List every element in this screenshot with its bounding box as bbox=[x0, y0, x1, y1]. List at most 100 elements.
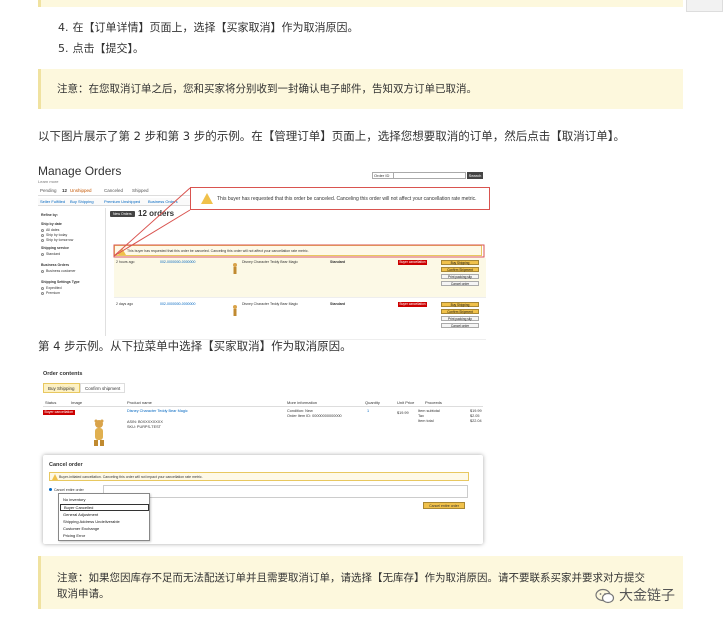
shipping-service: Standard bbox=[330, 260, 346, 264]
table-row[interactable]: 2 days ago 002-0000000-0000000 Disney Ch… bbox=[114, 300, 486, 340]
cancel-reason-dropdown[interactable]: No inventory Buyer Cancelled General Adj… bbox=[58, 493, 150, 541]
subtab-seller-fulfilled[interactable]: Seller Fulfilled bbox=[40, 199, 65, 204]
dropdown-option[interactable]: Customer Exchange bbox=[63, 526, 99, 531]
manage-orders-screenshot: Manage Orders Learn more Order ID Search… bbox=[38, 160, 490, 340]
buy-shipping-button[interactable]: Buy Shipping bbox=[441, 260, 479, 265]
column-header: Product name bbox=[127, 400, 152, 405]
teddy-bear-icon bbox=[233, 305, 237, 316]
product-name: Disney Character Teddy Bear Magic bbox=[242, 260, 298, 264]
filter-sidebar: Refine by: Ship by date All dates Ship b… bbox=[38, 208, 106, 336]
warning-text: This buyer has requested that this order… bbox=[127, 248, 309, 253]
column-header: Unit Price bbox=[397, 400, 415, 405]
watermark: 大金链子 bbox=[595, 585, 675, 605]
tab-shipped[interactable]: Shipped bbox=[132, 188, 149, 193]
column-header: Proceeds bbox=[425, 400, 442, 405]
tab-canceled[interactable]: Canceled bbox=[104, 188, 123, 193]
radio-icon[interactable] bbox=[41, 228, 44, 232]
step-number: 4. bbox=[58, 21, 69, 34]
filter-label: Business customer bbox=[46, 269, 76, 273]
note-text-line1: 如果您因库存不足而无法配送订单并且需要取消订单，请选择【无库存】作为取消原因。请… bbox=[88, 572, 646, 584]
tab-pending[interactable]: Pending bbox=[40, 188, 57, 193]
cancel-entire-order-option[interactable]: Cancel entire order bbox=[49, 488, 84, 492]
learn-more-link[interactable]: Learn more bbox=[38, 179, 58, 184]
product-link[interactable]: Disney Character Teddy Bear Magic bbox=[127, 409, 188, 414]
buyer-cancel-warning: This buyer has requested that this order… bbox=[114, 245, 482, 256]
callout-text: This buyer has requested that this order… bbox=[217, 196, 477, 202]
sidebar-heading: Shipping service bbox=[41, 246, 70, 250]
order-item-id: Order Item ID: 00000000000000 bbox=[287, 414, 342, 418]
radio-icon[interactable] bbox=[41, 286, 44, 290]
sidebar-filter-item[interactable]: Business customer bbox=[41, 269, 76, 273]
confirm-shipment-button[interactable]: Confirm Shipment bbox=[441, 309, 479, 314]
print-packing-slip-button[interactable]: Print packing slip bbox=[441, 274, 479, 279]
column-header: Quantity bbox=[365, 400, 380, 405]
confirm-shipment-button[interactable]: Confirm Shipment bbox=[441, 267, 479, 272]
modal-title: Cancel order bbox=[49, 462, 83, 468]
orders-count: 12 orders bbox=[138, 209, 175, 218]
print-packing-slip-button[interactable]: Print packing slip bbox=[441, 316, 479, 321]
reason-textbox[interactable] bbox=[103, 485, 468, 498]
modal-warning-text: Buyer-initiated cancellation. Canceling … bbox=[59, 475, 203, 479]
tab-unshipped[interactable]: Unshipped bbox=[70, 188, 92, 193]
step-number: 5. bbox=[58, 42, 69, 55]
filter-label: Standard bbox=[46, 252, 61, 256]
column-header: Status bbox=[45, 400, 57, 405]
teddy-bear-icon bbox=[94, 419, 104, 446]
watermark-text: 大金链子 bbox=[619, 588, 675, 604]
order-id-link[interactable]: 002-0000000-0000000 bbox=[160, 260, 195, 265]
radio-icon[interactable] bbox=[41, 238, 44, 242]
subtab-premium[interactable]: Premium Unshipped bbox=[104, 199, 140, 204]
section-title: Order contents bbox=[43, 371, 83, 377]
orders-main: New Orders 12 orders This buyer has requ… bbox=[110, 208, 490, 340]
buy-shipping-button[interactable]: Buy Shipping bbox=[441, 302, 479, 307]
radio-selected-icon[interactable] bbox=[49, 488, 52, 491]
sidebar-filter-item[interactable]: Premium bbox=[41, 291, 60, 295]
subtab-buy-shipping[interactable]: Buy Shipping bbox=[70, 199, 94, 204]
step-5: 5. 点击【提交】。 bbox=[58, 40, 144, 56]
search-button[interactable]: Search bbox=[467, 172, 483, 179]
dropdown-option[interactable]: Pricing Error bbox=[63, 533, 85, 538]
note-box-2: 注意：如果您因库存不足而无法配送订单并且需要取消订单，请选择【无库存】作为取消原… bbox=[38, 556, 683, 609]
radio-icon[interactable] bbox=[41, 269, 44, 273]
step-4: 4. 在【订单详情】页面上，选择【买家取消】作为取消原因。 bbox=[58, 19, 359, 35]
cancel-order-button[interactable]: Cancel order bbox=[441, 323, 479, 328]
step-text: 在【订单详情】页面上，选择【买家取消】作为取消原因。 bbox=[72, 21, 359, 34]
dropdown-option[interactable]: General Adjustment bbox=[63, 512, 98, 517]
sidebar-heading: Shipping Settings Type bbox=[41, 280, 80, 284]
previous-note-strip bbox=[38, 0, 683, 7]
order-id-link[interactable]: 002-0000000-0000000 bbox=[160, 302, 195, 307]
filter-label: All dates bbox=[46, 228, 60, 232]
sidebar-filter-item[interactable]: Ship by today bbox=[41, 233, 67, 237]
search-type-select[interactable]: Order ID bbox=[372, 172, 394, 179]
tab-buy-shipping[interactable]: Buy Shipping bbox=[43, 383, 80, 393]
cancel-order-button[interactable]: Cancel order bbox=[441, 281, 479, 286]
page-title: Manage Orders bbox=[38, 164, 122, 178]
product-name: Disney Character Teddy Bear Magic bbox=[242, 302, 298, 306]
subtab-business[interactable]: Business Orders bbox=[148, 199, 178, 204]
cancel-entire-order-button[interactable]: Cancel entire order bbox=[423, 502, 465, 509]
scroll-tab[interactable] bbox=[686, 0, 723, 12]
sidebar-heading: Refine by: bbox=[41, 213, 58, 217]
sidebar-filter-item[interactable]: All dates bbox=[41, 228, 59, 232]
new-orders-pill[interactable]: New Orders bbox=[110, 211, 135, 217]
dropdown-option-selected[interactable]: Buyer Cancelled bbox=[60, 504, 149, 511]
note-text-line2: 取消申请。 bbox=[57, 588, 110, 600]
radio-icon[interactable] bbox=[41, 291, 44, 295]
sidebar-filter-item[interactable]: Ship by tomorrow bbox=[41, 238, 73, 242]
radio-icon[interactable] bbox=[41, 233, 44, 237]
unshipped-count: 12 bbox=[62, 188, 68, 193]
filter-label: Ship by tomorrow bbox=[46, 238, 74, 242]
sidebar-filter-item[interactable]: Standard bbox=[41, 252, 60, 256]
dropdown-option[interactable]: No inventory bbox=[63, 497, 85, 502]
tab-confirm-shipment[interactable]: Confirm shipment bbox=[80, 383, 126, 393]
sidebar-filter-item[interactable]: Expedited bbox=[41, 286, 62, 290]
teddy-bear-icon bbox=[233, 263, 237, 274]
dropdown-option[interactable]: Shipping Address Undeliverable bbox=[63, 519, 120, 524]
radio-icon[interactable] bbox=[41, 252, 44, 256]
warning-icon bbox=[118, 248, 126, 255]
sku-text: SKU: PURPS-TEST bbox=[127, 425, 161, 429]
table-row[interactable]: 2 hours ago 002-0000000-0000000 Disney C… bbox=[114, 258, 486, 298]
quantity-value: 1 bbox=[367, 409, 370, 413]
order-date: 2 days ago bbox=[116, 302, 134, 306]
order-date: 2 hours ago bbox=[116, 260, 135, 264]
